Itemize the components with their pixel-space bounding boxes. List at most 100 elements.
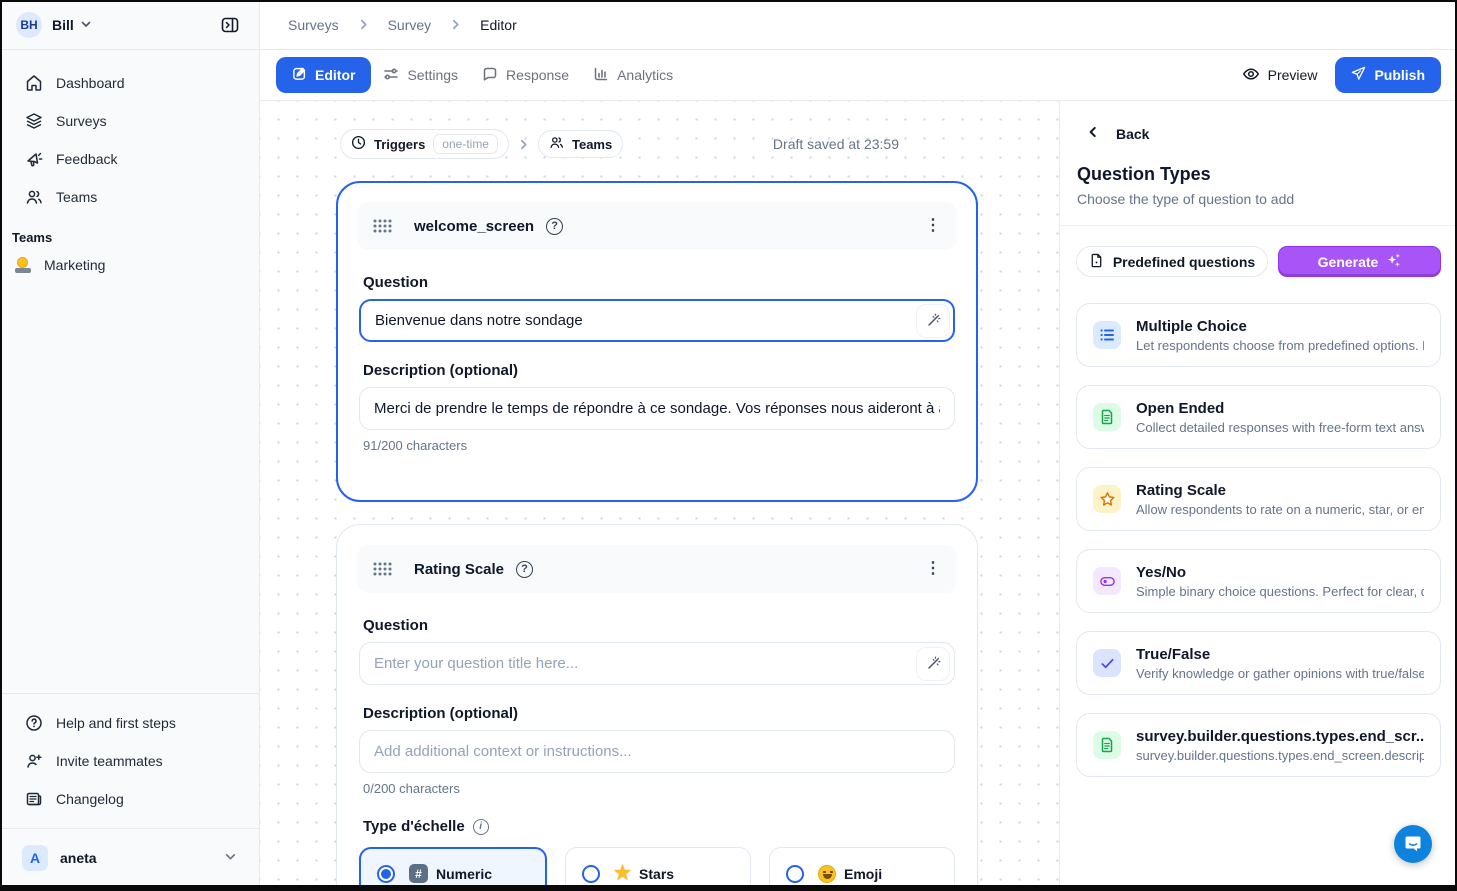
sidebar-item-dashboard[interactable]: Dashboard (12, 64, 247, 102)
sidebar-item-label: Surveys (56, 113, 107, 129)
question-type-description: Allow respondents to rate on a numeric, … (1136, 502, 1424, 517)
scale-option-emoji[interactable]: Emoji (769, 847, 955, 891)
generate-button[interactable]: Generate (1278, 246, 1441, 277)
workspace-name: Bill (52, 17, 74, 33)
teams-section-label: Teams (0, 216, 259, 249)
chevron-down-icon (224, 850, 237, 866)
question-type-rating-scale[interactable]: Rating Scale Allow respondents to rate o… (1076, 467, 1441, 531)
magic-wand-icon[interactable] (916, 647, 950, 681)
eye-icon (1242, 65, 1260, 86)
question-type-description: Verify knowledge or gather opinions with… (1136, 666, 1424, 681)
list-icon (1093, 321, 1121, 349)
chevron-down-icon (80, 17, 92, 33)
editor-toolbar: Editor Settings Response Analytics (260, 50, 1457, 101)
sidebar-item-surveys[interactable]: Surveys (12, 102, 247, 140)
technologist-emoji-icon (14, 257, 32, 273)
question-type-description: Let respondents choose from predefined o… (1136, 338, 1424, 353)
question-type-open-ended[interactable]: Open Ended Collect detailed responses wi… (1076, 385, 1441, 449)
tab-analytics[interactable]: Analytics (581, 57, 685, 94)
toggle-icon (1093, 567, 1121, 595)
sliders-icon (383, 66, 399, 85)
sidebar-item-help[interactable]: Help and first steps (12, 704, 247, 742)
help-icon[interactable]: ? (516, 561, 533, 578)
question-card-rating-scale[interactable]: Rating Scale ? ⋮ Question Description (o… (336, 524, 978, 891)
scale-type-label: Type d'échelle (363, 818, 465, 835)
question-card-header: welcome_screen ? ⋮ (357, 202, 957, 250)
question-type-multiple-choice[interactable]: Multiple Choice Let respondents choose f… (1076, 303, 1441, 367)
account-avatar: A (22, 845, 48, 871)
preview-button[interactable]: Preview (1242, 65, 1318, 86)
info-icon[interactable]: i (473, 819, 489, 835)
question-type-title: Yes/No (1136, 564, 1424, 581)
breadcrumb-editor: Editor (480, 17, 517, 33)
sidebar-item-marketing[interactable]: Marketing (0, 249, 259, 281)
sidebar-item-invite[interactable]: Invite teammates (12, 742, 247, 780)
question-title-input[interactable] (359, 642, 955, 685)
publish-button[interactable]: Publish (1335, 57, 1441, 93)
char-count: 91/200 characters (363, 438, 957, 453)
radio-icon (786, 865, 804, 883)
sidebar-item-feedback[interactable]: Feedback (12, 140, 247, 178)
sidebar-nav: Dashboard Surveys Feedback Teams (0, 50, 259, 216)
help-circle-icon (24, 713, 44, 733)
back-button[interactable]: Back (1076, 125, 1441, 142)
question-description-input[interactable] (359, 730, 955, 773)
magic-wand-icon[interactable] (916, 304, 950, 338)
help-icon[interactable]: ? (546, 218, 563, 235)
star-emoji-icon: ★ (614, 864, 631, 883)
sidebar-item-label: Changelog (56, 791, 124, 807)
tab-label: Settings (407, 67, 458, 83)
question-type-description: survey.builder.questions.types.end_scree… (1136, 748, 1424, 763)
breadcrumb: Surveys Survey Editor (260, 0, 1457, 50)
question-type-title: Open Ended (1136, 400, 1424, 417)
scale-option-numeric[interactable]: # Numeric (359, 847, 547, 891)
tab-editor[interactable]: Editor (276, 57, 371, 93)
question-type-end-screen[interactable]: survey.builder.questions.types.end_scr..… (1076, 713, 1441, 777)
drag-handle-icon[interactable] (373, 562, 392, 576)
question-field-label: Question (363, 617, 957, 634)
account-menu[interactable]: A aneta (12, 839, 247, 877)
chat-launcher-button[interactable] (1394, 825, 1432, 863)
scale-option-stars[interactable]: ★ Stars (565, 847, 751, 891)
chevron-right-icon (449, 18, 462, 31)
question-type-title: survey.builder.questions.types.end_scr..… (1136, 728, 1424, 745)
tab-settings[interactable]: Settings (371, 57, 470, 94)
question-type-yes-no[interactable]: Yes/No Simple binary choice questions. P… (1076, 549, 1441, 613)
kebab-menu-icon[interactable]: ⋮ (925, 218, 941, 234)
sidebar-item-label: Feedback (56, 151, 117, 167)
radio-icon (582, 865, 600, 883)
workspace-avatar: BH (16, 12, 42, 38)
tab-label: Analytics (617, 67, 673, 83)
teams-chip-label: Teams (572, 137, 612, 152)
breadcrumb-surveys[interactable]: Surveys (288, 17, 339, 33)
generate-label: Generate (1318, 254, 1379, 270)
scale-option-label: Stars (639, 866, 674, 882)
sidebar-item-label: Invite teammates (56, 753, 163, 769)
kebab-menu-icon[interactable]: ⋮ (925, 561, 941, 577)
triggers-chip[interactable]: Triggers one-time (340, 129, 509, 159)
question-title-input[interactable] (359, 299, 955, 342)
drag-handle-icon[interactable] (373, 219, 392, 233)
predefined-questions-button[interactable]: Predefined questions (1076, 246, 1268, 277)
document-icon (1093, 731, 1121, 759)
sidebar-item-label: Teams (56, 189, 97, 205)
layers-icon (24, 111, 44, 131)
sidebar-item-teams[interactable]: Teams (12, 178, 247, 216)
tab-response[interactable]: Response (470, 57, 581, 94)
workspace-switcher[interactable]: BH Bill (0, 0, 259, 50)
question-description-input[interactable] (359, 387, 955, 430)
user-plus-icon (24, 751, 44, 771)
document-icon (1093, 403, 1121, 431)
bar-chart-icon (593, 66, 609, 85)
team-name: Marketing (44, 257, 105, 273)
draft-status: Draft saved at 23:59 (773, 136, 899, 152)
check-icon (1093, 649, 1121, 677)
sidebar-item-changelog[interactable]: Changelog (12, 780, 247, 818)
tab-label: Editor (315, 67, 355, 83)
breadcrumb-survey[interactable]: Survey (388, 17, 432, 33)
question-type-true-false[interactable]: True/False Verify knowledge or gather op… (1076, 631, 1441, 695)
teams-chip[interactable]: Teams (538, 130, 623, 158)
messenger-icon (1403, 833, 1423, 856)
collapse-sidebar-icon[interactable] (215, 10, 245, 40)
question-card-welcome-screen[interactable]: welcome_screen ? ⋮ Question Description … (336, 181, 978, 502)
